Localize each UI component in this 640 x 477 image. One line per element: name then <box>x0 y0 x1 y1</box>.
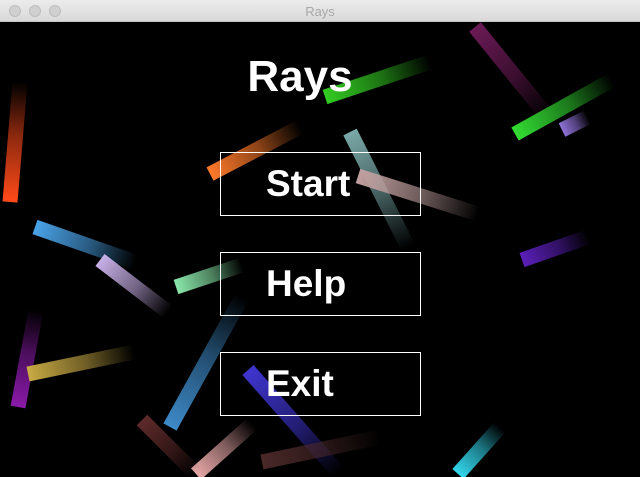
game-title: Rays <box>247 52 353 101</box>
ray <box>191 418 257 477</box>
start-button[interactable]: Start <box>220 152 421 216</box>
exit-button[interactable]: Exit <box>220 352 421 416</box>
ray <box>452 422 506 477</box>
ray <box>32 219 138 270</box>
ray <box>10 308 44 409</box>
game-window: Rays Rays Start Help Exit <box>0 0 640 477</box>
game-canvas: Rays Start Help Exit <box>0 22 640 477</box>
ray <box>95 254 173 318</box>
ray <box>519 229 591 268</box>
window-titlebar[interactable]: Rays <box>0 0 640 22</box>
window-title: Rays <box>305 4 335 19</box>
ray <box>26 344 136 382</box>
help-button[interactable]: Help <box>220 252 421 316</box>
ray <box>558 110 592 137</box>
ray <box>136 414 202 477</box>
